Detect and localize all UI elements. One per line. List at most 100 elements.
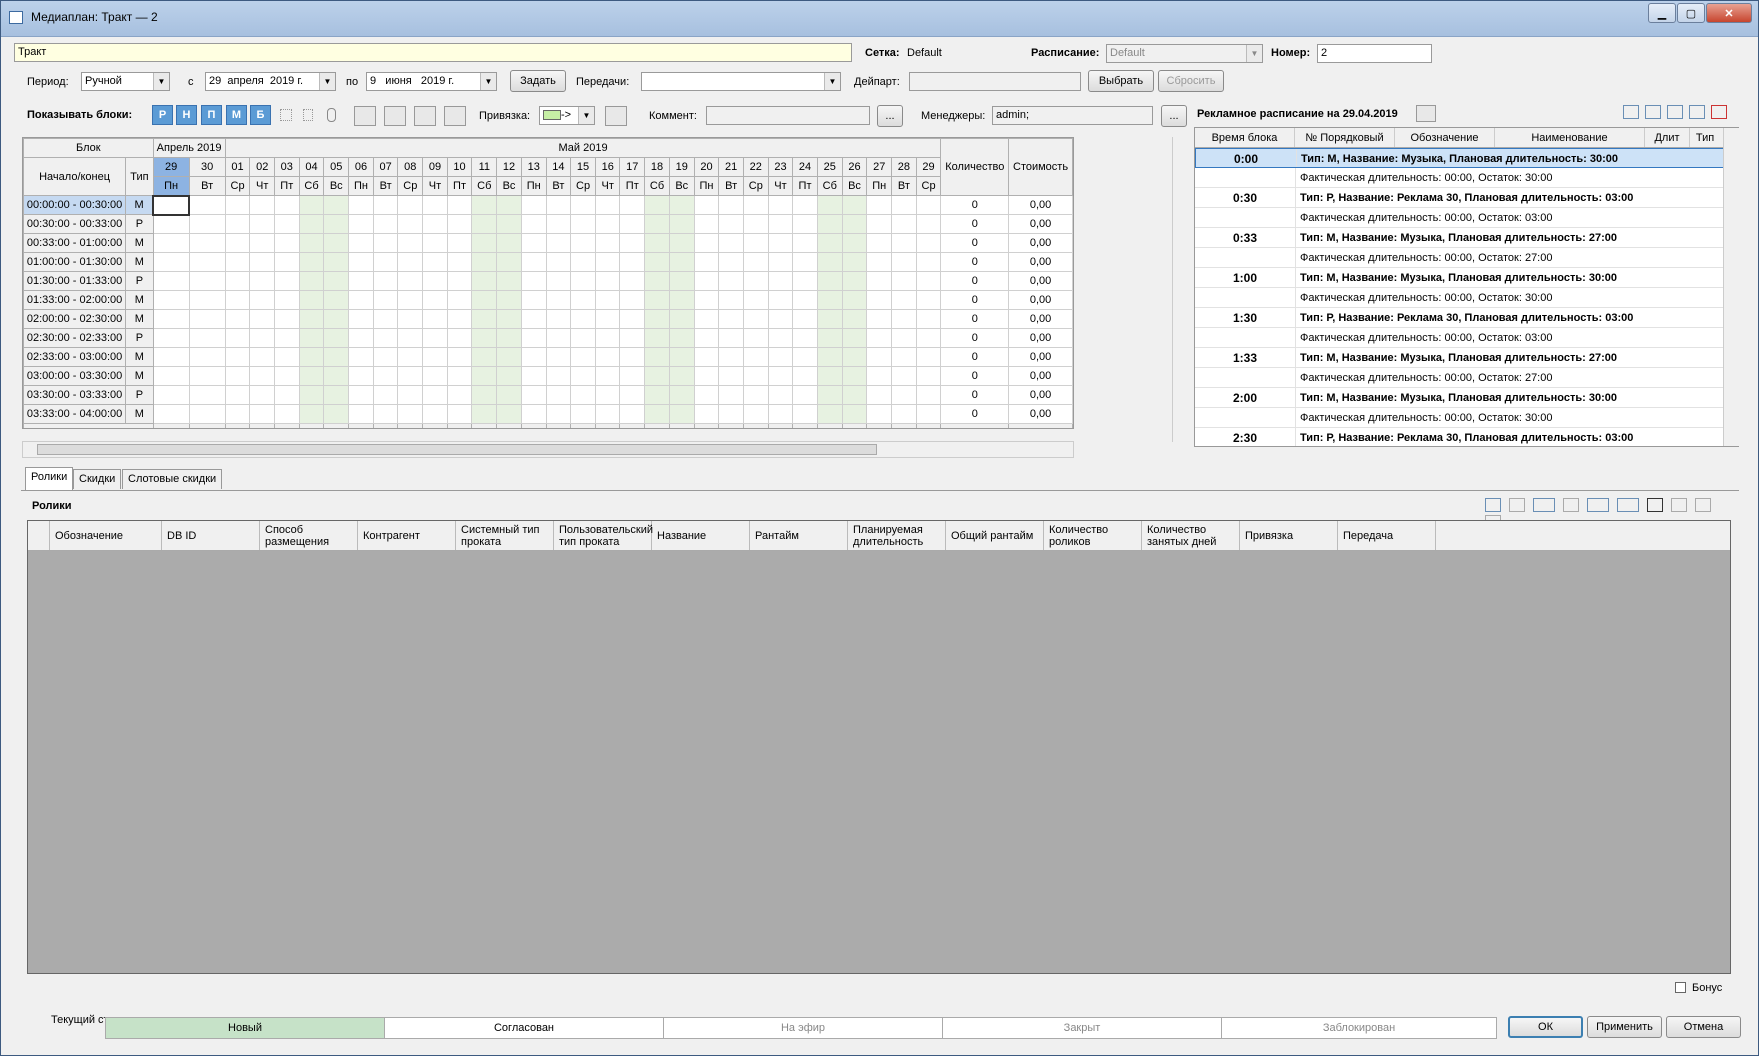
grid-cell[interactable]	[188, 214, 226, 234]
grid-cell[interactable]	[866, 328, 893, 348]
clips-col-header[interactable]: Рантайм	[750, 521, 848, 550]
schedule-detail-row[interactable]: Фактическая длительность: 00:00, Остаток…	[1195, 368, 1738, 388]
clips-col-header[interactable]: Контрагент	[358, 521, 456, 550]
day-weekday[interactable]: Вт	[718, 176, 744, 196]
day-weekday[interactable]: Пн	[348, 176, 374, 196]
day-number[interactable]: 27	[866, 157, 893, 177]
grid-cell[interactable]	[668, 290, 695, 310]
grid-cell[interactable]	[273, 309, 300, 329]
schedule-block-row[interactable]: 1:30 Тип: Р, Название: Реклама 30, Планов…	[1195, 308, 1738, 328]
grid-cell[interactable]	[348, 252, 374, 272]
ok-button[interactable]: ОК	[1508, 1016, 1583, 1038]
grid-cell[interactable]	[792, 385, 818, 405]
binding-combo[interactable]: -> ▼	[539, 106, 595, 125]
grid-cell[interactable]	[841, 366, 868, 386]
grid-cell[interactable]	[348, 195, 374, 215]
toolbar-icon[interactable]	[1689, 105, 1705, 119]
grid-cell[interactable]	[422, 195, 448, 215]
grid-cell[interactable]	[152, 252, 190, 272]
day-weekday[interactable]: Ср	[224, 176, 251, 196]
approve-icon[interactable]	[444, 106, 466, 126]
day-number[interactable]: 23	[767, 157, 794, 177]
grid-cell[interactable]	[273, 328, 300, 348]
grid-cell[interactable]	[594, 271, 621, 291]
schedule-block-row[interactable]: 0:33 Тип: М, Название: Музыка, Плановая д…	[1195, 228, 1738, 248]
grid-cell[interactable]	[422, 328, 448, 348]
grid-cell[interactable]	[188, 366, 226, 386]
grid-cell[interactable]	[520, 347, 547, 367]
grid-cell[interactable]	[915, 347, 942, 367]
reset-button[interactable]: Сбросить	[1158, 70, 1224, 92]
grid-cell[interactable]	[273, 195, 300, 215]
period-combo[interactable]: Ручной ▼	[81, 72, 170, 91]
grid-cell[interactable]	[298, 290, 325, 310]
grid-cell[interactable]	[348, 233, 374, 253]
row-time[interactable]: 02:30:00 - 02:33:00	[23, 328, 127, 348]
grid-cell[interactable]	[570, 309, 596, 329]
grid-cell[interactable]	[545, 214, 572, 234]
row-time[interactable]: 03:33:00 - 04:00:00	[23, 404, 127, 424]
grid-cell[interactable]	[693, 214, 720, 234]
grid-cell[interactable]	[188, 385, 226, 405]
grid-cell[interactable]	[323, 366, 350, 386]
grid-cell[interactable]	[372, 404, 399, 424]
grid-cell[interactable]	[188, 233, 226, 253]
grid-cell[interactable]	[397, 290, 424, 310]
day-number[interactable]: 02	[249, 157, 275, 177]
grid-cell[interactable]	[372, 385, 399, 405]
row-time[interactable]: 00:00:00 - 00:30:00	[23, 195, 127, 215]
grid-cell[interactable]	[668, 214, 695, 234]
day-weekday[interactable]: Чт	[767, 176, 794, 196]
day-weekday[interactable]: Пн	[520, 176, 547, 196]
day-number[interactable]: 08	[397, 157, 424, 177]
grid-cell[interactable]	[224, 290, 251, 310]
day-number[interactable]: 25	[816, 157, 843, 177]
grid-cell[interactable]	[915, 195, 942, 215]
grid-cell[interactable]	[644, 404, 670, 424]
grid-cell[interactable]	[496, 366, 522, 386]
col-designation[interactable]: Обозначение	[1395, 128, 1495, 147]
grid-cell[interactable]	[188, 328, 226, 348]
grid-cell[interactable]	[841, 290, 868, 310]
edit-binding-icon[interactable]	[605, 106, 627, 126]
day-number[interactable]: 26	[841, 157, 868, 177]
grid-cell[interactable]	[348, 385, 374, 405]
grid-cell[interactable]	[594, 233, 621, 253]
grid-cell[interactable]	[520, 328, 547, 348]
grid-cell[interactable]	[471, 195, 498, 215]
day-number[interactable]: 14	[545, 157, 572, 177]
clips-col-header[interactable]: Обозначение	[50, 521, 162, 550]
tab-clips[interactable]: Ролики	[25, 467, 74, 490]
grid-cell[interactable]	[496, 195, 522, 215]
grid-cell[interactable]	[718, 252, 744, 272]
clips-col-header[interactable]: Системный тип проката	[456, 521, 554, 550]
day-weekday[interactable]: Пт	[273, 176, 300, 196]
grid-cell[interactable]	[693, 290, 720, 310]
grid-cell[interactable]	[224, 271, 251, 291]
grid-cell[interactable]	[372, 252, 399, 272]
grid-cell[interactable]	[792, 309, 818, 329]
grid-cell[interactable]	[496, 233, 522, 253]
day-weekday[interactable]: Вт	[545, 176, 572, 196]
grid-cell[interactable]	[841, 385, 868, 405]
toolbar-icon[interactable]	[1623, 105, 1639, 119]
comment-ellipsis-button[interactable]: ...	[877, 105, 903, 127]
grid-cell[interactable]	[891, 309, 917, 329]
grid-cell[interactable]	[742, 214, 769, 234]
grid-cell[interactable]	[570, 366, 596, 386]
grid-cell[interactable]	[841, 347, 868, 367]
grid-cell[interactable]	[348, 366, 374, 386]
row-time[interactable]: 03:00:00 - 03:30:00	[23, 366, 127, 386]
grid-cell[interactable]	[570, 385, 596, 405]
grid-cell[interactable]	[767, 195, 794, 215]
grid-cell[interactable]	[323, 328, 350, 348]
status-blocked[interactable]: Заблокирован	[1221, 1017, 1497, 1039]
toolbar-icon[interactable]	[1485, 498, 1501, 512]
grid-cell[interactable]	[841, 271, 868, 291]
schedule-detail-row[interactable]: Фактическая длительность: 00:00, Остаток…	[1195, 168, 1738, 188]
grid-cell[interactable]	[644, 366, 670, 386]
row-time[interactable]: 02:33:00 - 03:00:00	[23, 347, 127, 367]
daypart-input[interactable]	[909, 72, 1081, 91]
day-number[interactable]: 18	[644, 157, 670, 177]
grid-cell[interactable]	[594, 366, 621, 386]
